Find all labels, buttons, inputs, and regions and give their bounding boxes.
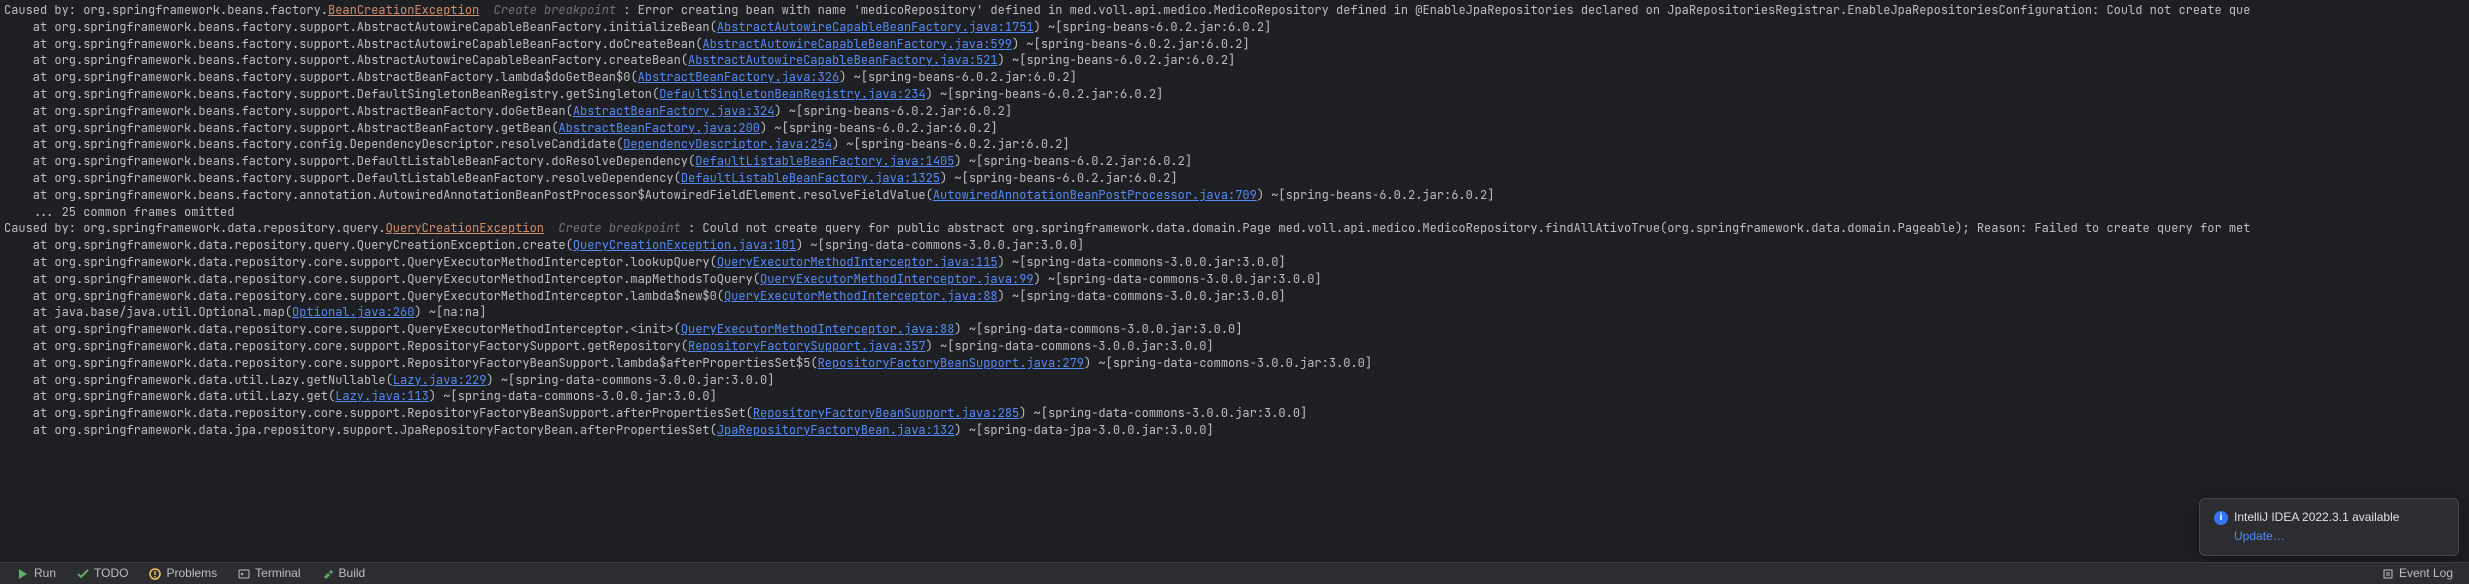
stack-frame: at org.springframework.data.repository.c…: [4, 338, 2465, 355]
source-link[interactable]: AbstractAutowireCapableBeanFactory.java:…: [717, 19, 1034, 35]
source-link[interactable]: DefaultListableBeanFactory.java:1325: [681, 170, 940, 186]
caused-by-line: Caused by: org.springframework.beans.fac…: [4, 2, 2465, 19]
todo-icon: [76, 567, 90, 581]
run-tab[interactable]: Run: [6, 563, 66, 584]
stack-frame: at org.springframework.beans.factory.sup…: [4, 52, 2465, 69]
stack-frame: at org.springframework.beans.factory.sup…: [4, 103, 2465, 120]
source-link[interactable]: AbstractBeanFactory.java:326: [638, 69, 840, 85]
create-breakpoint-link[interactable]: Create breakpoint: [558, 220, 680, 236]
source-link[interactable]: AbstractBeanFactory.java:324: [573, 103, 775, 119]
event-log-tab[interactable]: Event Log: [2371, 563, 2463, 584]
stack-frame: at org.springframework.beans.factory.sup…: [4, 36, 2465, 53]
stack-frame: at org.springframework.beans.factory.sup…: [4, 170, 2465, 187]
source-link[interactable]: DependencyDescriptor.java:254: [623, 136, 832, 152]
todo-tab[interactable]: TODO: [66, 563, 138, 584]
source-link[interactable]: QueryExecutorMethodInterceptor.java:99: [760, 271, 1034, 287]
stack-frame: at org.springframework.beans.factory.sup…: [4, 69, 2465, 86]
source-link[interactable]: RepositoryFactoryBeanSupport.java:279: [818, 355, 1084, 371]
terminal-icon: [237, 567, 251, 581]
source-link[interactable]: RepositoryFactorySupport.java:357: [688, 338, 926, 354]
run-icon: [16, 567, 30, 581]
update-notification: i IntelliJ IDEA 2022.3.1 available Updat…: [2199, 498, 2459, 556]
stack-frame: at org.springframework.data.repository.c…: [4, 288, 2465, 305]
stack-frame: at org.springframework.data.repository.c…: [4, 321, 2465, 338]
build-tab[interactable]: Build: [311, 563, 376, 584]
problems-tab[interactable]: Problems: [138, 563, 227, 584]
notification-title: IntelliJ IDEA 2022.3.1 available: [2234, 509, 2399, 526]
stack-frame: at org.springframework.data.repository.c…: [4, 271, 2465, 288]
source-link[interactable]: QueryExecutorMethodInterceptor.java:88: [681, 321, 955, 337]
source-link[interactable]: AutowiredAnnotationBeanPostProcessor.jav…: [933, 187, 1257, 203]
source-link[interactable]: RepositoryFactoryBeanSupport.java:285: [753, 405, 1019, 421]
stack-frame: at org.springframework.beans.factory.sup…: [4, 120, 2465, 137]
console-output[interactable]: Caused by: org.springframework.beans.fac…: [0, 0, 2469, 562]
source-link[interactable]: AbstractAutowireCapableBeanFactory.java:…: [702, 36, 1012, 52]
stack-frame: at org.springframework.data.repository.c…: [4, 405, 2465, 422]
tool-window-bar: Run TODO Problems Terminal Build Event L…: [0, 562, 2469, 584]
tab-label: TODO: [94, 565, 128, 582]
tab-label: Build: [339, 565, 366, 582]
source-link[interactable]: Lazy.java:229: [393, 372, 487, 388]
source-link[interactable]: DefaultSingletonBeanRegistry.java:234: [659, 86, 925, 102]
create-breakpoint-link[interactable]: Create breakpoint: [494, 2, 616, 18]
stack-frame: at org.springframework.beans.factory.ann…: [4, 187, 2465, 204]
tab-label: Problems: [166, 565, 217, 582]
stack-frame: at org.springframework.data.repository.c…: [4, 254, 2465, 271]
source-link[interactable]: QueryCreationException.java:101: [573, 237, 796, 253]
build-icon: [321, 567, 335, 581]
tab-label: Run: [34, 565, 56, 582]
source-link[interactable]: Lazy.java:113: [335, 388, 429, 404]
source-link[interactable]: QueryExecutorMethodInterceptor.java:115: [717, 254, 998, 270]
source-link[interactable]: JpaRepositoryFactoryBean.java:132: [717, 422, 955, 438]
stack-frame: at org.springframework.data.repository.c…: [4, 355, 2465, 372]
source-link[interactable]: DefaultListableBeanFactory.java:1405: [695, 153, 954, 169]
stack-frame: at org.springframework.data.util.Lazy.ge…: [4, 388, 2465, 405]
exception-link[interactable]: QueryCreationException: [386, 220, 544, 236]
stack-frame: at java.base/java.util.Optional.map(Opti…: [4, 304, 2465, 321]
source-link[interactable]: AbstractBeanFactory.java:200: [558, 120, 760, 136]
tab-label: Event Log: [2399, 565, 2453, 582]
stack-frame: at org.springframework.data.jpa.reposito…: [4, 422, 2465, 439]
stack-frame: at org.springframework.beans.factory.sup…: [4, 86, 2465, 103]
info-icon: i: [2214, 511, 2228, 525]
event-log-icon: [2381, 567, 2395, 581]
stack-frame: at org.springframework.beans.factory.sup…: [4, 19, 2465, 36]
source-link[interactable]: AbstractAutowireCapableBeanFactory.java:…: [688, 52, 998, 68]
stack-frame: at org.springframework.data.util.Lazy.ge…: [4, 372, 2465, 389]
caused-by-line: Caused by: org.springframework.data.repo…: [4, 220, 2465, 237]
update-link[interactable]: Update…: [2234, 528, 2444, 545]
terminal-tab[interactable]: Terminal: [227, 563, 310, 584]
stack-frame: at org.springframework.data.repository.q…: [4, 237, 2465, 254]
stack-frame: at org.springframework.beans.factory.sup…: [4, 153, 2465, 170]
warning-icon: [148, 567, 162, 581]
tab-label: Terminal: [255, 565, 300, 582]
source-link[interactable]: QueryExecutorMethodInterceptor.java:88: [724, 288, 998, 304]
frames-omitted: ... 25 common frames omitted: [4, 204, 2465, 221]
exception-link[interactable]: BeanCreationException: [328, 2, 479, 18]
stack-frame: at org.springframework.beans.factory.con…: [4, 136, 2465, 153]
source-link[interactable]: Optional.java:260: [292, 304, 414, 320]
